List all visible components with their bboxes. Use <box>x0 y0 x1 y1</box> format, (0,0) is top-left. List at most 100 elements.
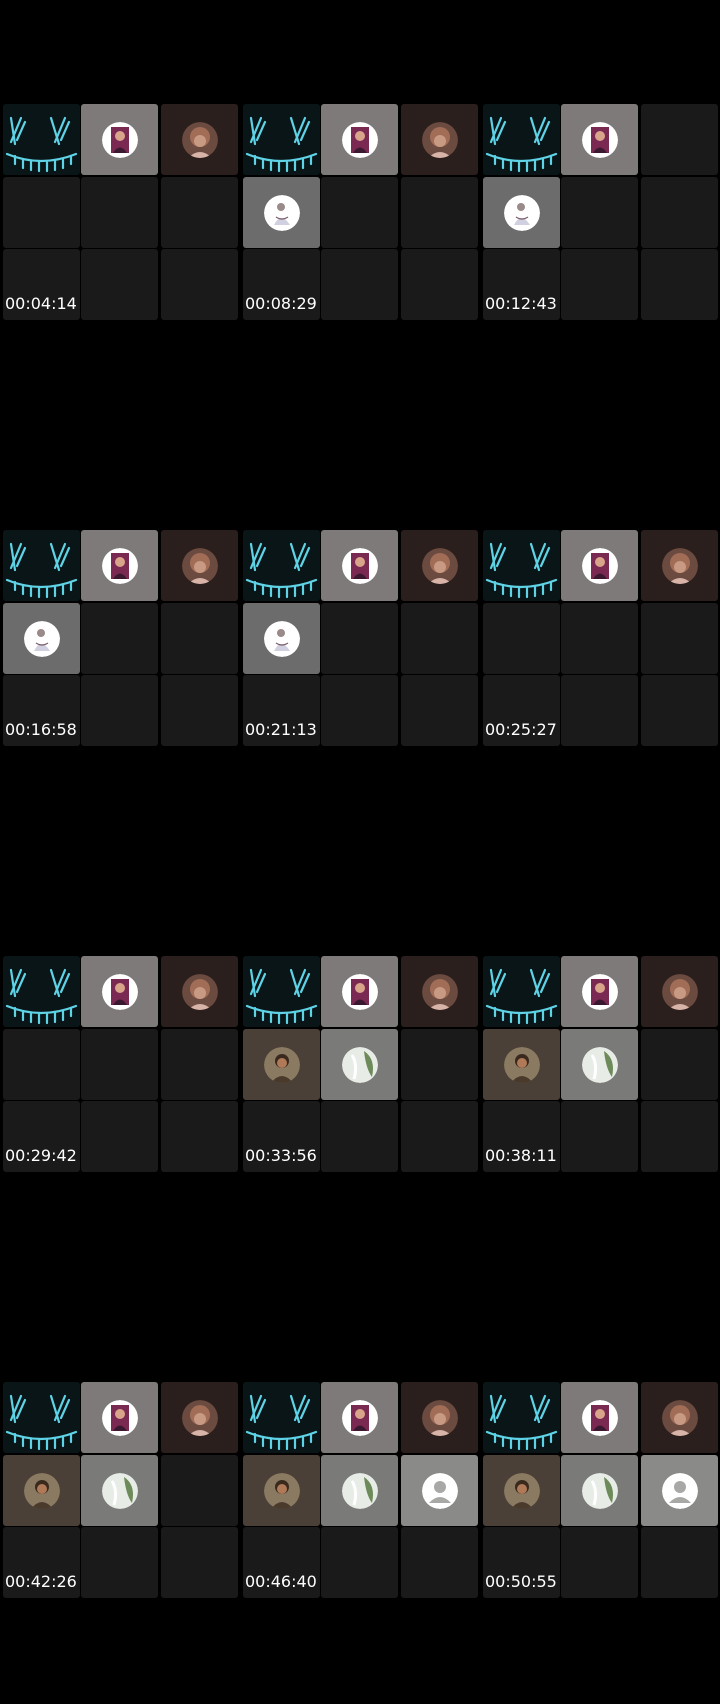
mask-icon <box>243 956 320 1027</box>
participant-tile[interactable] <box>561 530 638 601</box>
participant-tile[interactable] <box>243 1029 320 1100</box>
participant-tile[interactable] <box>81 956 158 1027</box>
participant-tile[interactable] <box>483 530 560 601</box>
participant-grid <box>3 530 238 748</box>
participant-tile[interactable] <box>561 956 638 1027</box>
participant-tile[interactable] <box>401 530 478 601</box>
participant-tile[interactable] <box>321 956 398 1027</box>
participant-tile[interactable] <box>243 104 320 175</box>
video-frame: 00:21:13 <box>240 426 478 826</box>
avatar-white-avatar <box>263 194 300 231</box>
participant-tile[interactable] <box>81 104 158 175</box>
avatar-woman-avatar <box>581 973 618 1010</box>
participant-tile[interactable] <box>243 1455 320 1526</box>
participant-tile[interactable] <box>321 530 398 601</box>
participant-tile[interactable] <box>161 104 238 175</box>
participant-tile[interactable] <box>81 1382 158 1453</box>
video-frame: 00:04:14 <box>0 0 238 400</box>
avatar-hair-avatar <box>181 973 218 1010</box>
empty-tile <box>161 1029 238 1100</box>
avatar-hair-avatar <box>421 973 458 1010</box>
empty-tile <box>161 1101 238 1172</box>
participant-tile[interactable] <box>243 956 320 1027</box>
avatar-hair-avatar <box>181 121 218 158</box>
avatar-woman-icon <box>581 547 618 584</box>
mask-icon <box>243 1382 320 1453</box>
participant-grid <box>3 104 238 322</box>
participant-tile[interactable] <box>161 530 238 601</box>
participant-tile[interactable] <box>243 1382 320 1453</box>
mask-icon <box>483 956 560 1027</box>
avatar-green-icon <box>581 1046 618 1083</box>
participant-tile[interactable] <box>321 104 398 175</box>
participant-tile[interactable] <box>401 1455 478 1526</box>
mask-icon <box>483 1382 560 1453</box>
participant-tile[interactable] <box>483 104 560 175</box>
participant-tile[interactable] <box>483 1029 560 1100</box>
avatar-hair-icon <box>421 547 458 584</box>
participant-tile[interactable] <box>161 1382 238 1453</box>
participant-tile[interactable] <box>641 956 718 1027</box>
participant-tile[interactable] <box>161 956 238 1027</box>
participant-tile[interactable] <box>483 1455 560 1526</box>
contact-sheet: 00:04:14 00:08:29 00:12:43 00:16:58 00:2… <box>0 0 720 1704</box>
avatar-man-icon <box>23 1472 60 1509</box>
avatar-green-icon <box>341 1472 378 1509</box>
avatar-green-avatar <box>341 1046 378 1083</box>
avatar-woman-icon <box>341 121 378 158</box>
video-frame: 00:33:56 <box>240 852 478 1252</box>
participant-grid <box>243 104 478 322</box>
empty-tile <box>641 1029 718 1100</box>
participant-tile[interactable] <box>321 1029 398 1100</box>
frame-timestamp: 00:33:56 <box>245 1146 317 1165</box>
participant-tile[interactable] <box>483 956 560 1027</box>
participant-tile[interactable] <box>401 956 478 1027</box>
participant-tile[interactable] <box>3 603 80 674</box>
avatar-hair-avatar <box>421 121 458 158</box>
participant-tile[interactable] <box>483 177 560 248</box>
participant-tile[interactable] <box>243 603 320 674</box>
participant-grid <box>483 1382 718 1600</box>
participant-tile[interactable] <box>641 530 718 601</box>
frame-timestamp: 00:29:42 <box>5 1146 77 1165</box>
participant-tile[interactable] <box>3 1382 80 1453</box>
default-avatar-icon <box>661 1472 698 1509</box>
participant-tile[interactable] <box>3 530 80 601</box>
participant-tile[interactable] <box>3 104 80 175</box>
participant-tile[interactable] <box>401 104 478 175</box>
empty-tile <box>561 249 638 320</box>
avatar-hair-icon <box>661 547 698 584</box>
frame-timestamp: 00:38:11 <box>485 1146 557 1165</box>
empty-tile <box>483 603 560 674</box>
participant-tile[interactable] <box>641 1382 718 1453</box>
participant-tile[interactable] <box>561 1455 638 1526</box>
participant-tile[interactable] <box>81 1455 158 1526</box>
participant-tile[interactable] <box>321 1382 398 1453</box>
empty-tile <box>561 177 638 248</box>
avatar-green-icon <box>341 1046 378 1083</box>
avatar-woman-icon <box>101 1399 138 1436</box>
participant-tile[interactable] <box>561 104 638 175</box>
empty-tile <box>401 675 478 746</box>
empty-tile <box>321 249 398 320</box>
participant-tile[interactable] <box>561 1029 638 1100</box>
empty-tile <box>641 1101 718 1172</box>
avatar-man-icon <box>503 1472 540 1509</box>
participant-tile[interactable] <box>483 1382 560 1453</box>
avatar-hair-icon <box>421 973 458 1010</box>
avatar-hair-icon <box>421 1399 458 1436</box>
participant-tile[interactable] <box>561 1382 638 1453</box>
avatar-white-icon <box>263 620 300 657</box>
participant-tile[interactable] <box>3 956 80 1027</box>
participant-tile[interactable] <box>3 1455 80 1526</box>
participant-tile[interactable] <box>641 1455 718 1526</box>
participant-tile[interactable] <box>81 530 158 601</box>
empty-tile <box>321 675 398 746</box>
participant-tile[interactable] <box>243 530 320 601</box>
frame-timestamp: 00:46:40 <box>245 1572 317 1591</box>
participant-tile[interactable] <box>243 177 320 248</box>
participant-tile[interactable] <box>401 1382 478 1453</box>
participant-tile[interactable] <box>321 1455 398 1526</box>
avatar-woman-avatar <box>341 973 378 1010</box>
avatar-hair-icon <box>181 1399 218 1436</box>
